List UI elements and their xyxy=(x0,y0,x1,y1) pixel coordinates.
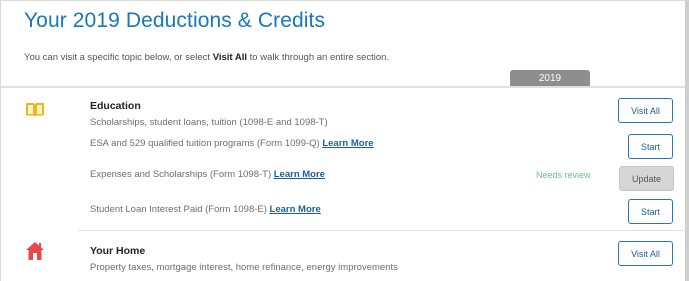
book-icon xyxy=(25,102,45,118)
section-summary-home: Property taxes, mortgage interest, home … xyxy=(90,262,398,273)
intro-text: You can visit a specific topic below, or… xyxy=(24,52,389,63)
topic-row: Expenses and Scholarships (Form 1098-T) … xyxy=(90,169,325,180)
section-title-education: Education xyxy=(90,100,141,112)
topic-row: Student Loan Interest Paid (Form 1098-E)… xyxy=(90,204,321,215)
update-expenses-button[interactable]: Update xyxy=(619,166,674,191)
deductions-panel: Your 2019 Deductions & Credits You can v… xyxy=(0,0,689,281)
intro-text-before: You can visit a specific topic below, or… xyxy=(24,52,213,63)
learn-more-link[interactable]: Learn More xyxy=(274,169,325,180)
year-column-tab: 2019 xyxy=(510,70,590,87)
status-badge: Needs review xyxy=(536,170,591,180)
house-icon xyxy=(25,241,45,261)
page-title: Your 2019 Deductions & Credits xyxy=(24,9,326,32)
learn-more-link[interactable]: Learn More xyxy=(322,138,373,149)
header-divider xyxy=(1,86,685,88)
learn-more-link[interactable]: Learn More xyxy=(270,204,321,215)
visit-all-home-button[interactable]: Visit All xyxy=(618,241,673,266)
start-student-loan-button[interactable]: Start xyxy=(628,199,673,224)
topic-label: Expenses and Scholarships (Form 1098-T) xyxy=(90,169,272,180)
section-title-home: Your Home xyxy=(90,245,146,257)
start-esa-529-button[interactable]: Start xyxy=(628,134,673,159)
intro-text-after: to walk through an entire section. xyxy=(247,52,390,63)
section-summary-education: Scholarships, student loans, tuition (10… xyxy=(90,117,328,128)
section-divider xyxy=(78,230,685,231)
topic-label: Student Loan Interest Paid (Form 1098-E) xyxy=(90,204,267,215)
intro-text-bold: Visit All xyxy=(212,52,248,63)
topic-row: ESA and 529 qualified tuition programs (… xyxy=(90,138,374,149)
visit-all-education-button[interactable]: Visit All xyxy=(618,98,673,123)
topic-label: ESA and 529 qualified tuition programs (… xyxy=(90,138,320,149)
